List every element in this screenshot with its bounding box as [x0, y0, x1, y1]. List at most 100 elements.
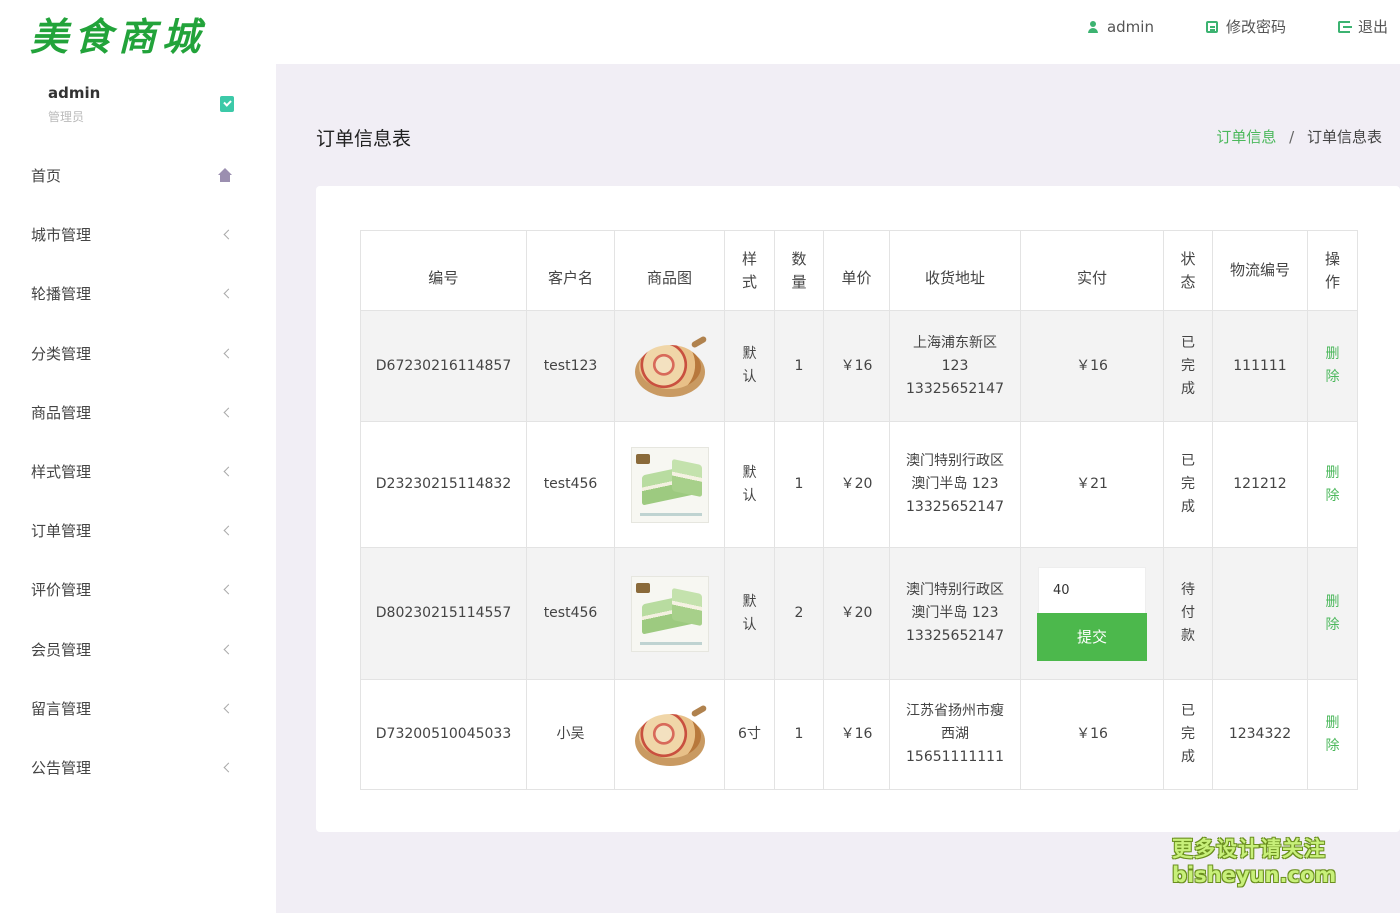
profile: admin 管理员 — [48, 84, 100, 125]
header-actions: admin 修改密码 退出 — [1087, 16, 1388, 37]
user-menu[interactable]: admin — [1087, 16, 1154, 37]
change-password-link[interactable]: 修改密码 — [1205, 16, 1286, 37]
col-header-qty: 数量 — [774, 230, 824, 311]
product-image-cell — [614, 679, 725, 790]
app-logo[interactable]: 美食商城 — [30, 6, 206, 61]
content-card: 编号 客户名 商品图 样式 数量 单价 收货地址 实付 状态 物流编号 操作 D… — [316, 186, 1400, 832]
status-badge: 已完成 — [1163, 421, 1213, 548]
breadcrumb-parent[interactable]: 订单信息 — [1216, 128, 1276, 146]
sidebar-item-home[interactable]: 首页 — [0, 146, 276, 205]
sidebar-item-label: 分类管理 — [31, 344, 92, 363]
address: 上海浦东新区 123 13325652147 — [889, 310, 1021, 422]
pizza-image — [633, 703, 707, 766]
table-row: D80230215114557 test456 默认 2 ￥20 澳门特别行政区… — [360, 547, 1358, 680]
sidebar-item-style[interactable]: 样式管理 — [0, 442, 276, 501]
sidebar-item-label: 轮播管理 — [31, 285, 92, 304]
col-header-address: 收货地址 — [889, 230, 1021, 311]
sidebar-item-label: 公告管理 — [31, 758, 92, 777]
user-name: admin — [1106, 17, 1154, 36]
delete-link[interactable]: 删除 — [1326, 715, 1340, 754]
unit-price: ￥16 — [823, 679, 890, 790]
style: 6寸 — [724, 679, 775, 790]
logistics-no: 111111 — [1212, 310, 1308, 422]
status-badge: 已完成 — [1163, 310, 1213, 422]
table-row: D73200510045033 小吴 6寸 1 ￥16 江苏省扬州市瘦西湖 15… — [360, 679, 1358, 790]
submit-payment-button[interactable]: 提交 — [1037, 612, 1147, 661]
payment-cell: 40 提交 — [1020, 547, 1164, 680]
table-header-row: 编号 客户名 商品图 样式 数量 单价 收货地址 实付 状态 物流编号 操作 — [360, 230, 1358, 311]
sidebar-item-label: 商品管理 — [31, 403, 92, 422]
sidebar-menu: 首页 城市管理 轮播管理 分类管理 商品管理 样式管理 订单管理 评价管理 会员… — [0, 146, 276, 797]
logout-link[interactable]: 退出 — [1337, 16, 1388, 37]
delete-link[interactable]: 删除 — [1326, 594, 1340, 633]
sidebar-item-product[interactable]: 商品管理 — [0, 383, 276, 442]
logistics-no: 121212 — [1212, 421, 1308, 548]
customer-name: test456 — [526, 421, 615, 548]
sidebar-item-city[interactable]: 城市管理 — [0, 205, 276, 264]
address: 江苏省扬州市瘦西湖 15651111111 — [889, 679, 1021, 790]
chevron-left-icon — [223, 525, 234, 536]
watermark-line1: 更多设计请关注 — [1172, 837, 1326, 861]
sidebar-item-label: 城市管理 — [31, 226, 92, 245]
col-header-paid: 实付 — [1020, 230, 1164, 311]
paid-amount: ￥16 — [1020, 679, 1164, 790]
col-header-price: 单价 — [823, 230, 890, 311]
profile-role: 管理员 — [48, 110, 85, 124]
payment-amount-input[interactable]: 40 — [1038, 566, 1146, 613]
delete-link[interactable]: 删除 — [1326, 346, 1340, 385]
sidebar-item-category[interactable]: 分类管理 — [0, 324, 276, 383]
check-icon[interactable] — [220, 96, 234, 112]
style: 默认 — [724, 547, 775, 680]
orders-table: 编号 客户名 商品图 样式 数量 单价 收货地址 实付 状态 物流编号 操作 D… — [360, 230, 1358, 790]
chevron-left-icon — [223, 703, 234, 714]
breadcrumb-current: 订单信息表 — [1306, 128, 1382, 146]
chevron-left-icon — [223, 584, 234, 595]
quantity: 1 — [774, 310, 824, 422]
sidebar-item-label: 留言管理 — [31, 699, 92, 718]
order-id: D23230215114832 — [360, 421, 527, 548]
logout-label: 退出 — [1357, 18, 1388, 36]
order-id: D80230215114557 — [360, 547, 527, 680]
col-header-status: 状态 — [1163, 230, 1213, 311]
pizza-image — [633, 335, 707, 397]
status-badge: 已完成 — [1163, 679, 1213, 790]
customer-name: test456 — [526, 547, 615, 680]
cake-image — [630, 575, 709, 652]
sidebar-item-notice[interactable]: 公告管理 — [0, 738, 276, 797]
customer-name: test123 — [526, 310, 615, 422]
sidebar-item-review[interactable]: 评价管理 — [0, 560, 276, 619]
chevron-left-icon — [223, 407, 234, 418]
table-row: D67230216114857 test123 默认 1 ￥16 上海浦东新区 … — [360, 310, 1358, 422]
unit-price: ￥20 — [823, 421, 890, 548]
breadcrumb-separator: / — [1289, 128, 1295, 146]
style: 默认 — [724, 310, 775, 422]
sidebar-item-message[interactable]: 留言管理 — [0, 679, 276, 738]
delete-link[interactable]: 删除 — [1326, 465, 1340, 504]
order-id: D73200510045033 — [360, 679, 527, 790]
paid-amount: ￥21 — [1020, 421, 1164, 548]
paid-amount: ￥16 — [1020, 310, 1164, 422]
delete-link-cell: 删除 — [1307, 421, 1358, 548]
profile-name: admin — [48, 84, 101, 102]
home-icon — [218, 167, 232, 182]
quantity: 1 — [774, 421, 824, 548]
sidebar-item-carousel[interactable]: 轮播管理 — [0, 264, 276, 323]
col-header-logistics: 物流编号 — [1212, 230, 1308, 311]
col-header-id: 编号 — [360, 230, 527, 311]
customer-name: 小吴 — [526, 679, 615, 790]
product-image-cell — [614, 310, 725, 422]
col-header-image: 商品图 — [614, 230, 725, 311]
quantity: 1 — [774, 679, 824, 790]
logistics-no: 1234322 — [1212, 679, 1308, 790]
delete-link-cell: 删除 — [1307, 679, 1358, 790]
sidebar-item-label: 首页 — [31, 167, 62, 186]
style: 默认 — [724, 421, 775, 548]
col-header-customer: 客户名 — [526, 230, 615, 311]
sidebar: admin 管理员 首页 城市管理 轮播管理 分类管理 商品管理 样式管理 订单… — [0, 64, 276, 913]
sidebar-item-label: 订单管理 — [31, 522, 92, 541]
unit-price: ￥20 — [823, 547, 890, 680]
sidebar-item-order[interactable]: 订单管理 — [0, 501, 276, 560]
logout-icon — [1337, 20, 1352, 33]
quantity: 2 — [774, 547, 824, 680]
sidebar-item-member[interactable]: 会员管理 — [0, 620, 276, 679]
